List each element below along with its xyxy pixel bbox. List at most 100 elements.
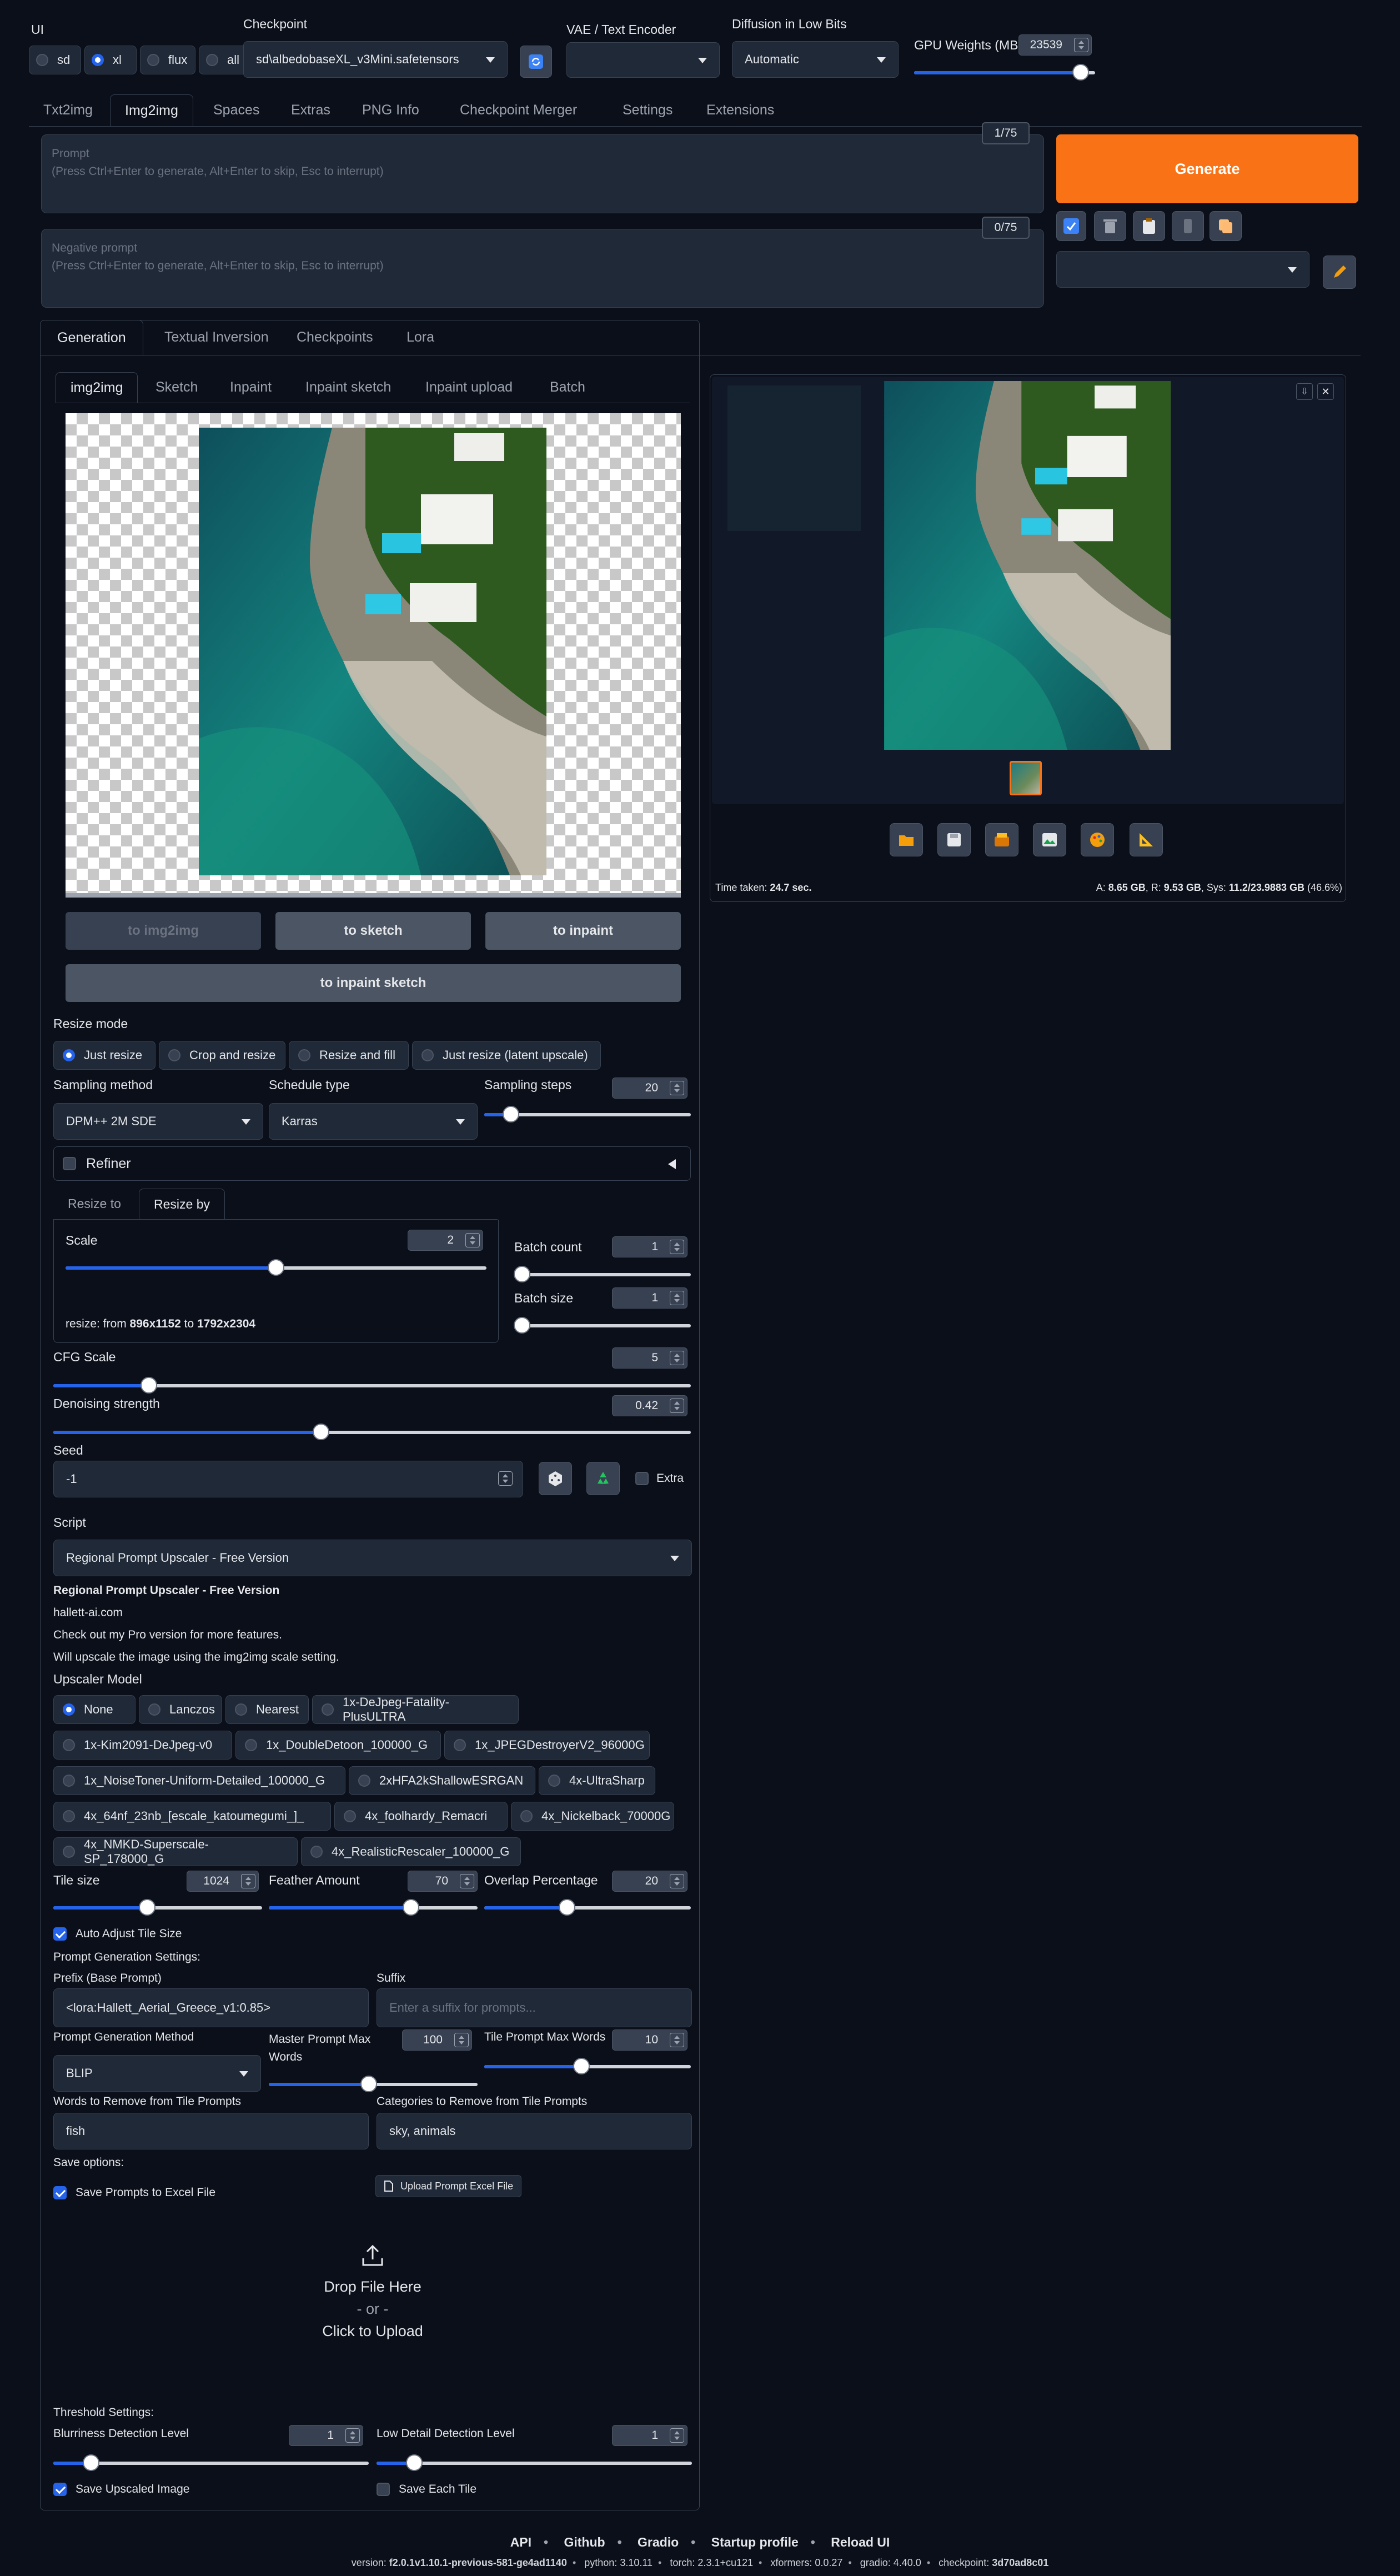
spinner-icon[interactable] bbox=[454, 2033, 469, 2047]
spinner-icon[interactable] bbox=[465, 1233, 480, 1247]
file-drop-zone[interactable]: Drop File Here - or - Click to Upload bbox=[53, 2208, 692, 2397]
model-nearest[interactable]: Nearest bbox=[225, 1695, 309, 1724]
tab-img2img[interactable]: Img2img bbox=[110, 94, 193, 126]
auto-adjust-toggle[interactable]: Auto Adjust Tile Size bbox=[53, 1927, 182, 1941]
slider-handle[interactable] bbox=[402, 1899, 419, 1916]
vae-dropdown[interactable] bbox=[566, 42, 720, 78]
spinner-icon[interactable] bbox=[345, 2428, 360, 2443]
ui-option-sd[interactable]: sd bbox=[29, 46, 81, 74]
tab-extras[interactable]: Extras bbox=[277, 94, 345, 126]
slider-handle[interactable] bbox=[558, 1899, 575, 1916]
spinner-icon[interactable] bbox=[670, 1874, 684, 1888]
spinner-icon[interactable] bbox=[670, 2033, 684, 2047]
extra-networks-button[interactable] bbox=[1172, 211, 1204, 241]
scale-input[interactable]: 2 bbox=[408, 1230, 483, 1251]
save-excel-toggle[interactable]: Save Prompts to Excel File bbox=[53, 2186, 215, 2199]
slider-handle[interactable] bbox=[140, 1377, 158, 1394]
prompt-method-dropdown[interactable]: BLIP bbox=[53, 2055, 261, 2092]
ui-option-xl[interactable]: xl bbox=[84, 46, 137, 74]
ui-option-flux[interactable]: flux bbox=[140, 46, 195, 74]
close-icon[interactable]: ✕ bbox=[1317, 383, 1334, 400]
batch-size-slider[interactable] bbox=[514, 1317, 691, 1334]
feather-amount-slider[interactable] bbox=[269, 1899, 478, 1916]
model-kim2091-dejpeg[interactable]: 1x-Kim2091-DeJpeg-v0 bbox=[53, 1731, 232, 1760]
download-icon[interactable]: ⇩ bbox=[1296, 383, 1313, 400]
denoising-input[interactable]: 0.42 bbox=[612, 1395, 688, 1416]
send-to-img2img-button[interactable] bbox=[1033, 823, 1066, 856]
send-to-extras-button[interactable] bbox=[1130, 823, 1163, 856]
tab-generation[interactable]: Generation bbox=[40, 320, 143, 355]
tab-extensions[interactable]: Extensions bbox=[692, 94, 789, 126]
open-folder-button[interactable] bbox=[890, 823, 923, 856]
send-to-inpaint-button[interactable] bbox=[1081, 823, 1114, 856]
tab-settings[interactable]: Settings bbox=[608, 94, 687, 126]
master-words-input[interactable]: 100 bbox=[402, 2029, 472, 2051]
spinner-icon[interactable] bbox=[670, 1291, 684, 1305]
slider-handle[interactable] bbox=[313, 1424, 330, 1440]
model-nickelback[interactable]: 4x_Nickelback_70000G bbox=[511, 1802, 674, 1831]
spinner-icon[interactable] bbox=[1074, 38, 1088, 52]
tab-txt2img[interactable]: Txt2img bbox=[29, 94, 107, 126]
footer-startup-profile-link[interactable]: Startup profile bbox=[711, 2535, 799, 2549]
save-each-tile-toggle[interactable]: Save Each Tile bbox=[377, 2483, 476, 2496]
seed-extra-toggle[interactable]: Extra bbox=[635, 1472, 684, 1485]
output-gallery[interactable]: ⇩ ✕ bbox=[712, 377, 1344, 804]
slider-handle[interactable] bbox=[83, 2454, 100, 2471]
edit-styles-button[interactable] bbox=[1323, 255, 1356, 289]
model-4x-64nf[interactable]: 4x_64nf_23nb_[escale_katoumegumi_]_ bbox=[53, 1802, 331, 1831]
refiner-accordion[interactable]: Refiner bbox=[53, 1146, 691, 1181]
read-params-button[interactable] bbox=[1056, 211, 1086, 241]
tab-png-info[interactable]: PNG Info bbox=[348, 94, 434, 126]
refresh-checkpoint-button[interactable] bbox=[520, 46, 552, 78]
overlap-slider[interactable] bbox=[484, 1899, 691, 1916]
save-button[interactable] bbox=[937, 823, 971, 856]
batch-size-input[interactable]: 1 bbox=[612, 1287, 688, 1309]
batch-count-slider[interactable] bbox=[514, 1266, 691, 1282]
tab-spaces[interactable]: Spaces bbox=[199, 94, 274, 126]
tab-checkpoints[interactable]: Checkpoints bbox=[282, 320, 388, 355]
to-inpaint-sketch-button[interactable]: to inpaint sketch bbox=[66, 964, 681, 1002]
copy-style-button[interactable] bbox=[1210, 211, 1242, 241]
model-lanczos[interactable]: Lanczos bbox=[139, 1695, 222, 1724]
tab-resize-to[interactable]: Resize to bbox=[53, 1189, 136, 1219]
slider-handle[interactable] bbox=[406, 2454, 423, 2471]
prompt-textarea[interactable]: Prompt (Press Ctrl+Enter to generate, Al… bbox=[41, 134, 1044, 213]
save-upscaled-toggle[interactable]: Save Upscaled Image bbox=[53, 2483, 189, 2496]
model-jpegdestroyer[interactable]: 1x_JPEGDestroyerV2_96000G bbox=[444, 1731, 650, 1760]
input-image-canvas[interactable] bbox=[66, 413, 681, 898]
click-upload-text[interactable]: Click to Upload bbox=[53, 2323, 692, 2340]
to-inpaint-button[interactable]: to inpaint bbox=[485, 912, 681, 950]
reuse-seed-button[interactable] bbox=[586, 1462, 620, 1495]
styles-dropdown[interactable] bbox=[1056, 251, 1309, 288]
cfg-scale-slider[interactable] bbox=[53, 1377, 691, 1394]
tab-inpaint-sketch[interactable]: Inpaint sketch bbox=[291, 372, 405, 403]
output-image[interactable] bbox=[884, 381, 1171, 750]
feather-amount-input[interactable]: 70 bbox=[408, 1871, 478, 1892]
tile-words-slider[interactable] bbox=[484, 2058, 691, 2074]
batch-count-input[interactable]: 1 bbox=[612, 1236, 688, 1257]
sampling-steps-slider[interactable] bbox=[484, 1106, 691, 1122]
output-thumbnail[interactable] bbox=[1010, 761, 1042, 795]
model-4x-ultrasharp[interactable]: 4x-UltraSharp bbox=[539, 1766, 655, 1795]
seed-input[interactable]: -1 bbox=[53, 1461, 523, 1497]
low-detail-input[interactable]: 1 bbox=[612, 2425, 688, 2446]
generate-button[interactable]: Generate bbox=[1056, 134, 1358, 203]
master-words-slider[interactable] bbox=[269, 2076, 478, 2092]
suffix-input[interactable]: Enter a suffix for prompts... bbox=[377, 1988, 692, 2027]
slider-handle[interactable] bbox=[268, 1259, 284, 1276]
save-excel-checkbox[interactable] bbox=[53, 2186, 67, 2199]
tab-img2img-mode[interactable]: img2img bbox=[56, 372, 138, 403]
sampling-method-dropdown[interactable]: DPM++ 2M SDE bbox=[53, 1103, 263, 1140]
spinner-icon[interactable] bbox=[670, 1351, 684, 1365]
slider-handle[interactable] bbox=[514, 1317, 530, 1334]
resize-latent-upscale[interactable]: Just resize (latent upscale) bbox=[412, 1041, 601, 1070]
tab-resize-by[interactable]: Resize by bbox=[139, 1189, 225, 1219]
cfg-scale-input[interactable]: 5 bbox=[612, 1347, 688, 1369]
blurriness-input[interactable]: 1 bbox=[289, 2425, 363, 2446]
spinner-icon[interactable] bbox=[670, 2428, 684, 2443]
clear-prompt-button[interactable] bbox=[1094, 211, 1126, 241]
model-realisticrescaler[interactable]: 4x_RealisticRescaler_100000_G bbox=[301, 1837, 521, 1866]
prefix-input[interactable]: <lora:Hallett_Aerial_Greece_v1:0.85> bbox=[53, 1988, 369, 2027]
remove-categories-input[interactable]: sky, animals bbox=[377, 2113, 692, 2149]
denoising-slider[interactable] bbox=[53, 1424, 691, 1440]
